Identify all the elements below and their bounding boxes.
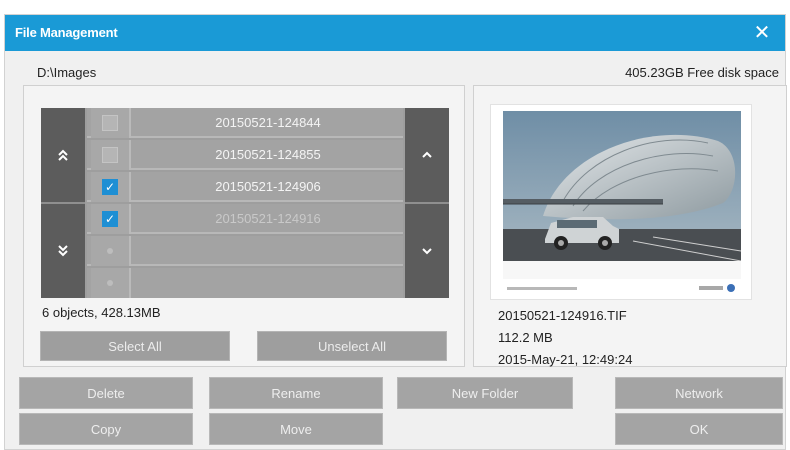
page-up-button[interactable] [41, 108, 85, 202]
preview-caption-strip [507, 284, 735, 292]
page-scroll-column [41, 108, 85, 298]
checkbox-checked[interactable]: ✓ [102, 179, 118, 195]
row-checkbox-cell[interactable] [91, 140, 131, 170]
select-all-button[interactable]: Select All [40, 331, 230, 361]
empty-slot-dot [107, 248, 113, 254]
checkbox[interactable] [102, 115, 118, 131]
chevron-up-icon [422, 151, 432, 158]
chevron-down-icon [422, 248, 432, 255]
row-checkbox-cell [91, 236, 131, 266]
page-down-button[interactable] [41, 204, 85, 298]
row-checkbox-cell[interactable] [91, 108, 131, 138]
file-list-panel: 20150521-124844 20150521-124855 ✓ 201505… [23, 85, 465, 367]
table-row[interactable]: 20150521-124855 [87, 140, 403, 170]
window-title: File Management [15, 25, 118, 40]
line-scroll-column [405, 108, 449, 298]
close-icon[interactable]: ✕ [749, 19, 775, 47]
preview-file-name: 20150521-124916.TIF [498, 308, 627, 323]
table-row [87, 236, 403, 266]
rename-button[interactable]: Rename [209, 377, 383, 409]
preview-image [503, 111, 741, 279]
file-list: 20150521-124844 20150521-124855 ✓ 201505… [41, 108, 449, 298]
empty-slot-dot [107, 280, 113, 286]
unselect-all-button[interactable]: Unselect All [257, 331, 447, 361]
move-button[interactable]: Move [209, 413, 383, 445]
preview-panel: 20150521-124916.TIF 112.2 MB 2015-May-21… [473, 85, 787, 367]
file-name [133, 268, 403, 298]
preview-frame [490, 104, 752, 300]
new-folder-button[interactable]: New Folder [397, 377, 573, 409]
scroll-up-button[interactable] [405, 108, 449, 202]
file-name: 20150521-124844 [215, 115, 321, 130]
file-management-dialog: File Management ✕ D:\Images 405.23GB Fre… [4, 14, 787, 450]
file-name: 20150521-124906 [215, 179, 321, 194]
double-chevron-down-icon [58, 245, 68, 257]
file-name [133, 236, 403, 266]
checkbox-checked[interactable]: ✓ [102, 211, 118, 227]
table-row[interactable]: 20150521-124844 [87, 108, 403, 138]
file-name: 20150521-124855 [215, 147, 321, 162]
copy-button[interactable]: Copy [19, 413, 193, 445]
row-checkbox-cell[interactable]: ✓ [91, 204, 131, 234]
current-path: D:\Images [37, 65, 97, 80]
ok-button[interactable]: OK [615, 413, 783, 445]
table-row[interactable]: ✓ 20150521-124916 [87, 204, 403, 234]
preview-file-size: 112.2 MB [498, 330, 553, 345]
file-rows: 20150521-124844 20150521-124855 ✓ 201505… [87, 108, 403, 298]
network-button[interactable]: Network [615, 377, 783, 409]
object-summary: 6 objects, 428.13MB [42, 305, 161, 320]
row-checkbox-cell[interactable]: ✓ [91, 172, 131, 202]
delete-button[interactable]: Delete [19, 377, 193, 409]
table-row [87, 268, 403, 298]
table-row[interactable]: ✓ 20150521-124906 [87, 172, 403, 202]
row-checkbox-cell [91, 268, 131, 298]
checkbox[interactable] [102, 147, 118, 163]
free-disk-space: 405.23GB Free disk space [625, 65, 779, 80]
preview-date: 2015-May-21, 12:49:24 [498, 352, 633, 367]
title-bar: File Management ✕ [5, 15, 785, 51]
file-name: 20150521-124916 [215, 211, 321, 226]
double-chevron-up-icon [58, 149, 68, 161]
scroll-down-button[interactable] [405, 204, 449, 298]
